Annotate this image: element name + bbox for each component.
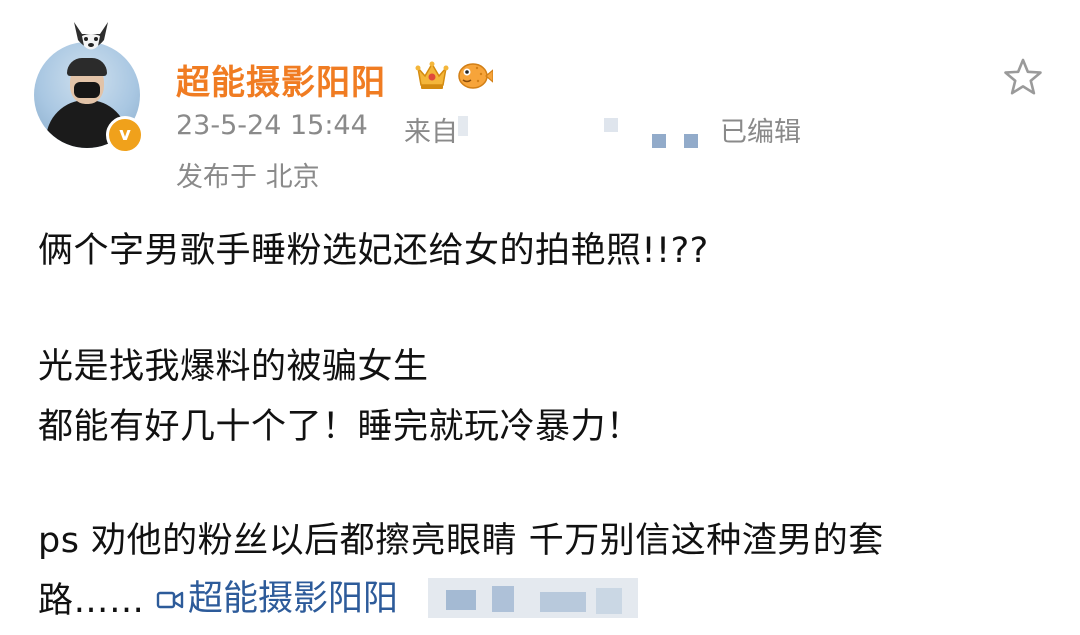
post-text-line: 都能有好几十个了！睡完就玩冷暴力！ xyxy=(38,407,642,447)
blurred-link-block xyxy=(492,586,514,612)
video-link-label: 超能摄影阳阳 xyxy=(188,579,399,619)
blurred-link-block xyxy=(446,590,476,610)
pufferfish-icon xyxy=(458,63,493,89)
post-location: 发布于 北京 xyxy=(176,162,320,193)
author-name[interactable]: 超能摄影阳阳 xyxy=(176,55,386,104)
husky-pendant-icon xyxy=(74,22,108,50)
blurred-source-block xyxy=(652,134,666,148)
post-timestamp: 23-5-24 15:44 xyxy=(176,110,368,141)
post-text-line: 光是找我爆料的被骗女生 xyxy=(38,347,429,387)
blurred-source-block xyxy=(604,118,618,132)
blurred-source-region xyxy=(458,116,468,136)
edited-label: 已编辑 xyxy=(720,117,801,148)
blurred-link-block xyxy=(596,588,622,614)
video-link[interactable]: 超能摄影阳阳 xyxy=(156,570,398,621)
blurred-source-block xyxy=(684,134,698,148)
post-text-line: ps 劝他的粉丝以后都擦亮眼睛 千万别信这种渣男的套 xyxy=(38,521,884,561)
post-source-label: 来自 xyxy=(404,117,458,148)
crown-member-icon xyxy=(415,61,449,89)
verified-badge: v xyxy=(106,116,144,154)
post-text-line: 路…… xyxy=(38,581,145,621)
video-camera-icon xyxy=(156,591,184,609)
star-outline-icon[interactable] xyxy=(1002,56,1044,98)
weibo-post: v 超能摄影阳阳 23-5-24 15:44 来自 已编辑 发布于 北京 俩个字… xyxy=(0,0,1080,635)
blurred-link-block xyxy=(540,592,586,612)
author-avatar-group[interactable]: v xyxy=(34,20,150,154)
avatar-person-mask xyxy=(74,82,100,98)
avatar-person-cap xyxy=(67,58,107,76)
post-text-line: 俩个字男歌手睡粉选妃还给女的拍艳照!!?? xyxy=(38,231,709,271)
